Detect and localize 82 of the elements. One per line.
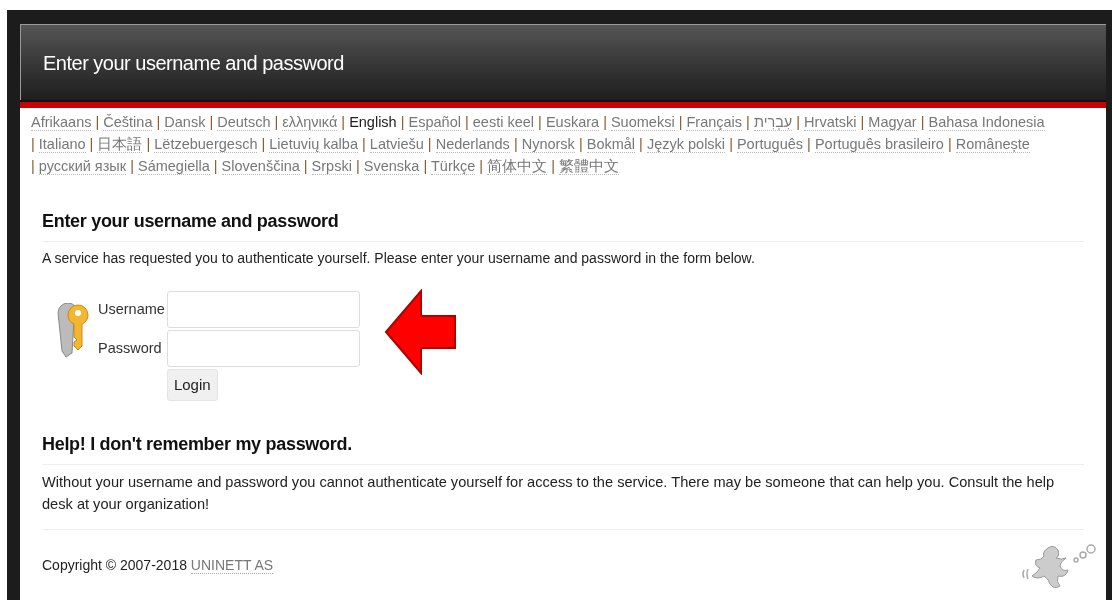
section-heading: Help! I don't remember my password.	[42, 431, 1084, 465]
separator: |	[31, 136, 35, 152]
language-link[interactable]: Hrvatski	[804, 114, 857, 131]
language-link[interactable]: eesti keel	[472, 114, 535, 131]
separator: |	[464, 114, 469, 130]
separator: |	[130, 158, 134, 174]
separator: |	[807, 136, 811, 152]
separator: |	[603, 114, 607, 130]
separator: |	[341, 114, 346, 130]
login-button[interactable]: Login	[166, 369, 218, 401]
language-link[interactable]: Nederlands	[435, 136, 510, 153]
language-link[interactable]: русский язык	[38, 158, 127, 175]
separator: |	[274, 114, 279, 130]
language-link[interactable]: Português	[736, 136, 804, 153]
copyright-text: Copyright © 2007-2018	[42, 556, 187, 573]
separator: |	[513, 136, 518, 152]
language-link[interactable]: 日本語	[97, 136, 143, 153]
username-field[interactable]	[166, 291, 360, 328]
separator: |	[947, 136, 952, 152]
separator: |	[551, 158, 555, 174]
separator: |	[729, 136, 733, 152]
separator: |	[209, 114, 214, 130]
separator: |	[538, 114, 542, 130]
language-link[interactable]: Svenska	[363, 158, 420, 175]
password-label: Password	[98, 338, 163, 358]
language-link[interactable]: Português brasileiro	[814, 136, 944, 153]
language-link[interactable]: Românește	[955, 136, 1030, 153]
language-link[interactable]: ελληνικά	[282, 114, 338, 131]
separator: |	[355, 158, 360, 174]
intro-text: A service has requested you to authenticate yourself. Please enter your username and password in the form below.	[42, 249, 756, 268]
separator: |	[479, 158, 484, 174]
language-link[interactable]: Italiano	[38, 136, 86, 153]
separator: |	[796, 114, 801, 130]
language-link[interactable]: 简体中文	[487, 158, 548, 175]
password-field[interactable]	[166, 330, 360, 367]
language-link[interactable]: Latviešu	[369, 136, 424, 153]
separator: |	[146, 136, 151, 152]
separator: |	[860, 114, 865, 130]
language-link[interactable]: Suomeksi	[610, 114, 675, 131]
section-heading: Enter your username and password	[42, 208, 1084, 242]
language-link[interactable]: Türkçe	[430, 158, 476, 175]
separator: |	[95, 114, 100, 130]
separator: |	[639, 136, 643, 152]
separator: |	[427, 136, 432, 152]
language-link[interactable]: Magyar	[868, 114, 917, 131]
separator: |	[362, 136, 366, 152]
language-link[interactable]: Bokmål	[586, 136, 636, 153]
language-link[interactable]: Euskara	[545, 114, 600, 131]
footer-link[interactable]: UNINETT AS	[190, 556, 274, 574]
separator: |	[746, 114, 750, 130]
help-text: Without your username and password you cannot authenticate yourself for access to the service. There may be someone that can help you. Consult the help desk at your organization!	[42, 473, 1056, 514]
language-link[interactable]: Dansk	[164, 114, 206, 131]
separator: |	[31, 158, 35, 174]
language-link[interactable]: Bahasa Indonesia	[928, 114, 1045, 131]
language-link[interactable]: Srpski	[311, 158, 352, 175]
separator: |	[156, 114, 161, 130]
current-language: English	[349, 114, 397, 130]
language-link[interactable]: Español	[408, 114, 461, 131]
separator: |	[261, 136, 266, 152]
language-link[interactable]: Lietuvių kalba	[269, 136, 358, 153]
language-link[interactable]: Język polski	[646, 136, 726, 153]
arrow-icon	[383, 289, 458, 375]
separator: |	[678, 114, 683, 130]
separator: |	[89, 136, 94, 152]
language-link[interactable]: Čeština	[103, 114, 153, 131]
separator: |	[920, 114, 925, 130]
language-link[interactable]: 繁體中文	[559, 158, 619, 175]
language-link[interactable]: Afrikaans	[31, 114, 92, 131]
language-link[interactable]: עִבְרִית	[753, 114, 793, 131]
separator: |	[213, 158, 218, 174]
language-link[interactable]: Nynorsk	[521, 136, 575, 153]
separator: |	[400, 114, 405, 130]
language-link[interactable]: Deutsch	[217, 114, 271, 131]
username-label: Username	[98, 299, 165, 319]
separator: |	[423, 158, 428, 174]
language-link[interactable]: Lëtzebuergesch	[154, 136, 258, 153]
language-link[interactable]: Français	[686, 114, 743, 131]
separator: |	[303, 158, 308, 174]
language-link[interactable]: Slovenščina	[221, 158, 300, 175]
language-link[interactable]: Sámegiella	[138, 158, 210, 175]
separator: |	[578, 136, 583, 152]
page-title: Enter your username and password	[43, 50, 344, 76]
